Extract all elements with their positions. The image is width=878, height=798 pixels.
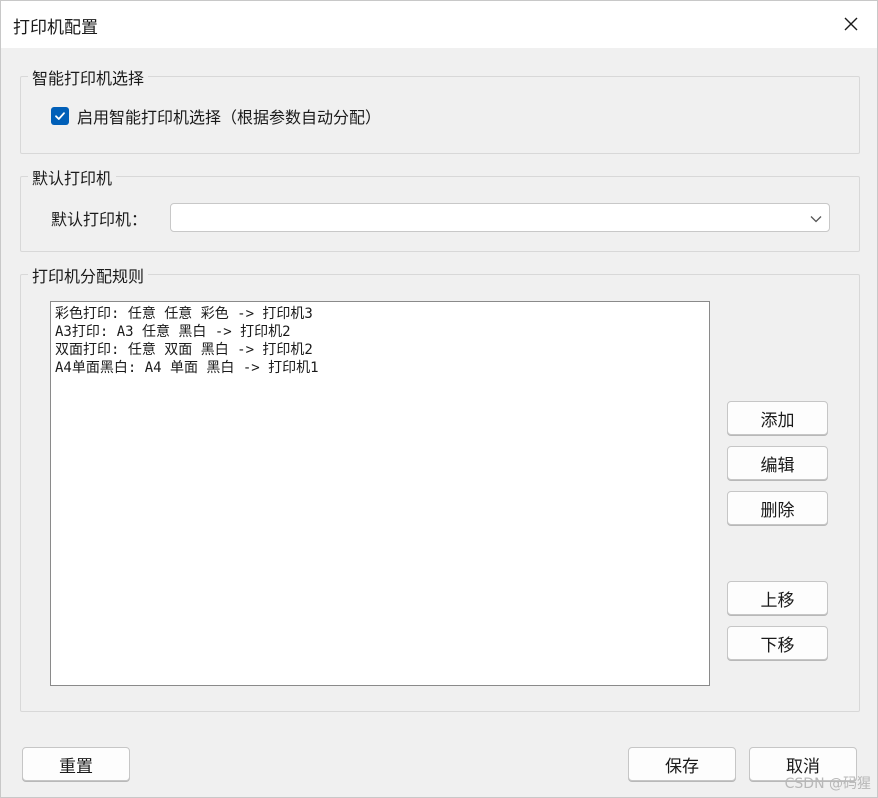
close-button[interactable] — [831, 5, 871, 43]
default-printer-label: 默认打印机： — [51, 210, 148, 229]
reset-button[interactable]: 重置 — [22, 747, 130, 781]
enable-smart-printer-checkbox[interactable]: 启用智能打印机选择（根据参数自动分配） — [51, 104, 381, 128]
checkmark-icon — [55, 112, 65, 120]
add-rule-button[interactable]: 添加 — [727, 401, 828, 435]
list-item[interactable]: A4单面黑白: A4 单面 黑白 -> 打印机1 — [51, 359, 709, 377]
list-item[interactable]: 彩色打印: 任意 任意 彩色 -> 打印机3 — [51, 305, 709, 323]
rules-listbox[interactable]: 彩色打印: 任意 任意 彩色 -> 打印机3 A3打印: A3 任意 黑白 ->… — [50, 301, 710, 686]
delete-rule-button[interactable]: 删除 — [727, 491, 828, 525]
default-printer-select[interactable] — [170, 203, 830, 232]
watermark: CSDN @码猩 — [784, 776, 871, 792]
list-item[interactable]: 双面打印: 任意 双面 黑白 -> 打印机2 — [51, 341, 709, 359]
assignment-rules-group-title: 打印机分配规则 — [28, 263, 149, 287]
move-up-button[interactable]: 上移 — [727, 581, 828, 615]
printer-config-dialog: 打印机配置 智能打印机选择 启用智能打印机选择（根据参数自动分配） 默认打印机 … — [0, 0, 878, 798]
move-down-button[interactable]: 下移 — [727, 626, 828, 660]
chevron-down-icon — [810, 216, 822, 223]
smart-printer-group-title: 智能打印机选择 — [28, 65, 149, 89]
close-icon — [844, 17, 858, 31]
list-item[interactable]: A3打印: A3 任意 黑白 -> 打印机2 — [51, 323, 709, 341]
enable-smart-printer-label: 启用智能打印机选择（根据参数自动分配） — [77, 108, 382, 127]
checkbox-checked-icon[interactable] — [51, 107, 69, 125]
save-button[interactable]: 保存 — [628, 747, 736, 781]
edit-rule-button[interactable]: 编辑 — [727, 446, 828, 480]
title-bar: 打印机配置 — [1, 1, 877, 48]
default-printer-group-title: 默认打印机 — [28, 165, 117, 189]
window-title: 打印机配置 — [13, 18, 98, 38]
